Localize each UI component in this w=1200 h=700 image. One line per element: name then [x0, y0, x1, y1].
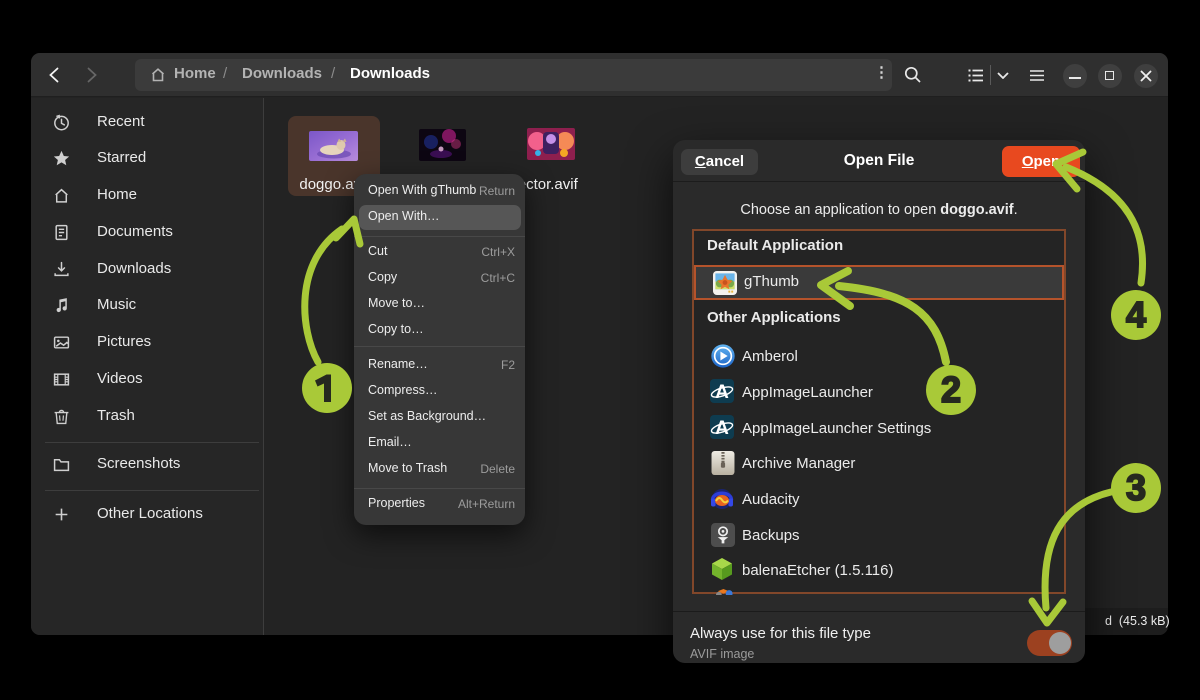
- svg-text:A: A: [715, 382, 729, 403]
- svg-text:A: A: [715, 418, 729, 439]
